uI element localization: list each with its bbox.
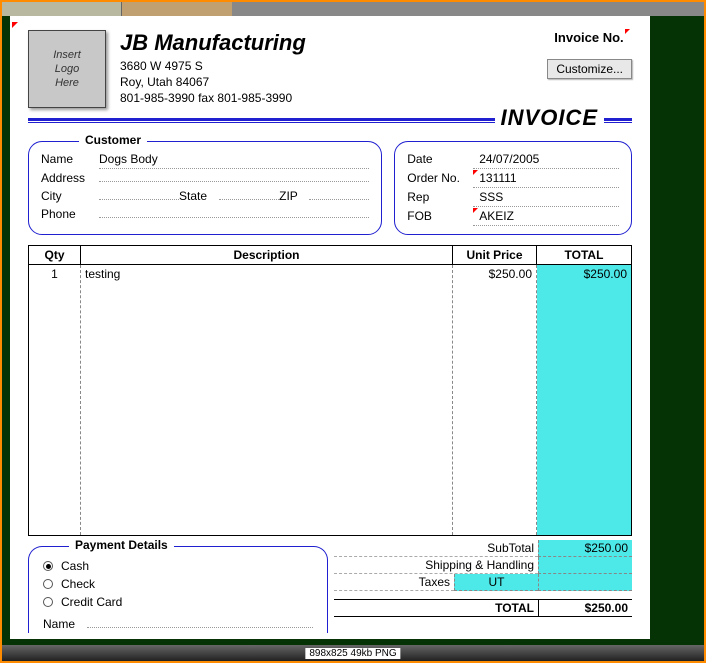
comment-marker-icon [473,170,478,175]
grand-total-label: TOTAL [334,600,538,617]
rep-label: Rep [407,188,473,206]
shipping-label: Shipping & Handling [334,557,538,574]
header: Insert Logo Here JB Manufacturing 3680 W… [28,30,632,108]
table-header: Qty Description Unit Price TOTAL [29,246,631,265]
name-label: Name [41,150,99,168]
col-qty: Qty [29,246,81,265]
comment-marker-icon [12,22,18,28]
radio-icon[interactable] [43,561,53,571]
invoice-title: INVOICE [495,105,604,131]
zip-value[interactable] [309,199,369,200]
radio-cash-label: Cash [61,557,89,575]
address-value[interactable] [99,181,369,182]
date-value[interactable]: 24/07/2005 [473,150,619,169]
subtotal-label: SubTotal [334,540,538,557]
payment-box: Payment Details Cash Check Credit Card N… [28,546,328,633]
line-items-table: Qty Description Unit Price TOTAL 1 testi… [28,245,632,536]
address-label: Address [41,169,99,187]
taxes-label: Taxes [334,574,454,591]
payment-title: Payment Details [69,538,174,552]
info-row: Customer Name Dogs Body Address City Sta… [28,141,632,235]
payment-name-label: Name [43,615,87,633]
city-value[interactable] [99,199,179,200]
date-label: Date [407,150,473,168]
orderno-label: Order No. [407,169,473,187]
comment-marker-icon [473,208,478,213]
col-price: Unit Price [453,246,537,265]
radio-cc[interactable]: Credit Card [43,593,313,611]
orderno-value[interactable]: 131111 [473,169,619,188]
radio-check-label: Check [61,575,95,593]
table-row[interactable]: 1 testing $250.00 $250.00 [29,265,631,535]
totals-table: SubTotal $250.00 Shipping & Handling Tax… [334,540,632,633]
customer-box: Customer Name Dogs Body Address City Sta… [28,141,382,235]
fob-value[interactable]: AKEIZ [473,207,619,226]
state-label: State [179,187,219,205]
title-rule: INVOICE [28,118,632,123]
name-value[interactable]: Dogs Body [99,150,158,168]
invoice-number-label: Invoice No. [554,30,623,45]
totals-area: Payment Details Cash Check Credit Card N… [28,540,632,633]
rule-accent [612,118,632,123]
radio-cc-label: Credit Card [61,593,122,611]
city-label: City [41,187,99,205]
shipping-value[interactable] [538,557,632,574]
phone-label: Phone [41,205,99,223]
comment-marker-icon [625,29,630,34]
radio-icon[interactable] [43,579,53,589]
tab-a[interactable] [2,2,122,16]
state-value[interactable] [219,199,279,200]
radio-check[interactable]: Check [43,575,313,593]
fob-label: FOB [407,207,473,225]
phone-value[interactable] [99,217,369,218]
col-desc: Description [81,246,453,265]
grand-total-value: $250.00 [538,600,632,617]
image-metadata: 898x825 49kb PNG [305,648,400,659]
customize-button[interactable]: Customize... [547,59,632,79]
radio-icon[interactable] [43,597,53,607]
rep-value[interactable]: SSS [473,188,619,207]
invoice-number-block: Invoice No. Customize... [482,30,632,79]
customer-title: Customer [79,133,147,147]
zip-label: ZIP [279,187,309,205]
cell-total[interactable]: $250.00 [537,265,631,535]
tab-b[interactable] [122,2,232,16]
company-block: JB Manufacturing 3680 W 4975 S Roy, Utah… [120,30,468,107]
taxes-region[interactable]: UT [454,574,538,591]
company-phone: 801-985-3990 fax 801-985-3990 [120,90,468,106]
company-city: Roy, Utah 84067 [120,74,468,90]
order-box: Date 24/07/2005 Order No. 131111 Rep SSS… [394,141,632,235]
app-frame: Insert Logo Here JB Manufacturing 3680 W… [0,0,706,663]
subtotal-value: $250.00 [538,540,632,557]
taxes-value[interactable] [538,574,632,591]
company-name: JB Manufacturing [120,30,468,56]
cell-desc[interactable]: testing [81,265,453,535]
tab-strip [2,2,704,16]
radio-cash[interactable]: Cash [43,557,313,575]
invoice-page: Insert Logo Here JB Manufacturing 3680 W… [10,16,650,639]
cell-price[interactable]: $250.00 [453,265,537,535]
logo-placeholder[interactable]: Insert Logo Here [28,30,106,108]
col-total: TOTAL [537,246,631,265]
company-street: 3680 W 4975 S [120,58,468,74]
payment-name-value[interactable] [87,627,313,628]
cell-qty[interactable]: 1 [29,265,81,535]
